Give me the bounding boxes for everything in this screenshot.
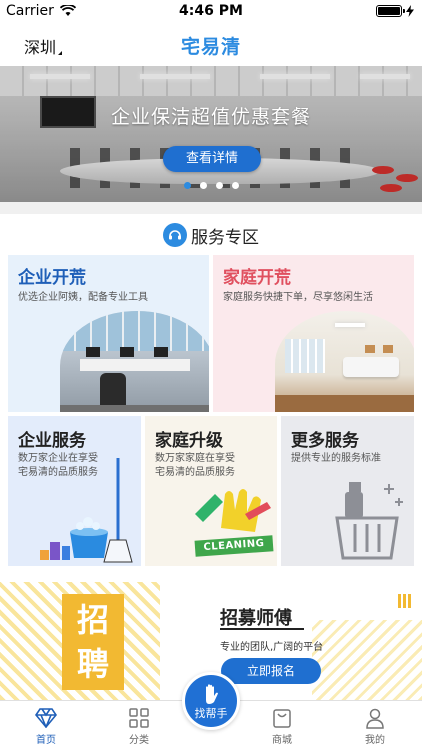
card-title: 更多服务 [291,431,359,451]
card-desc: 优选企业阿姨，配备专业工具 [18,292,148,303]
recruit-logo: 招 聘 [62,594,124,690]
hand-icon [206,684,218,704]
card-title: 家庭升级 [155,431,223,451]
card-title: 企业开荒 [18,268,86,288]
recruit-title: 招募师傅 [220,608,292,629]
tab-label: 首页 [36,735,56,746]
recruit-desc: 专业的团队,广阔的平台 [220,642,324,653]
top-nav: 深圳 宅易清 [0,26,422,64]
card-desc: 提供专业的服务标准 [291,453,381,464]
view-details-button[interactable]: 查看详情 [163,146,261,172]
card-desc-line1: 数万家家庭在享受 [155,453,235,464]
tab-label: 分类 [129,735,149,746]
tab-label: 商城 [272,735,292,746]
tab-mall[interactable]: 商城 [252,705,312,746]
cleaning-supplies-icon [335,482,403,560]
status-bar: Carrier 4:46 PM [0,0,422,22]
card-enterprise-service[interactable]: 企业服务 数万家企业在享受 宅易清的品质服务 [8,416,141,566]
diamond-icon [35,708,57,728]
card-desc: 家庭服务快捷下单，尽享悠闲生活 [223,292,373,303]
recruit-char2: 聘 [76,645,109,683]
card-home-upgrade[interactable]: 家庭升级 数万家家庭在享受 宅易清的品质服务 CLEANING [145,416,277,566]
tab-home[interactable]: 首页 [16,705,76,746]
user-icon [366,708,384,729]
tab-label: 我的 [365,735,385,746]
carousel-dot[interactable] [183,182,191,189]
card-title: 家庭开荒 [223,268,291,288]
card-desc-line2: 宅易清的品质服务 [155,467,235,478]
carousel-dot[interactable] [215,182,223,189]
app-screen: Carrier 4:46 PM 深圳 宅易清 企业保洁超值优惠套餐 查看详情 服… [0,0,422,750]
card-title: 企业服务 [18,431,86,451]
status-time: 4:46 PM [179,3,243,19]
section-divider [0,202,422,214]
banner-headline: 企业保洁超值优惠套餐 [110,106,311,128]
battery-icon [376,5,405,17]
office-photo [60,311,209,412]
card-more-services[interactable]: 更多服务 提供专业的服务标准 [281,416,414,566]
section-header: 服务专区 [0,222,422,248]
grid-icon [129,708,149,728]
mop-bucket-icon [40,458,133,563]
battery-area [376,5,414,17]
charging-icon [406,5,414,17]
carousel-dot[interactable] [231,182,239,189]
living-room-photo [275,311,414,412]
help-label: 找帮手 [194,707,228,720]
tab-profile[interactable]: 我的 [345,705,405,746]
apply-now-button[interactable]: 立即报名 [221,658,321,684]
carousel-dot[interactable] [199,182,207,189]
brand-logo: 宅易清 [180,36,241,58]
promo-banner[interactable]: 企业保洁超值优惠套餐 查看详情 [0,66,422,202]
card-home-open[interactable]: 家庭开荒 家庭服务快捷下单，尽享悠闲生活 [213,255,414,412]
carousel-dots [0,182,422,189]
find-helper-button[interactable]: 找帮手 [182,672,240,730]
bag-icon [273,709,291,728]
recruit-char1: 招 [76,601,109,639]
card-enterprise-open[interactable]: 企业开荒 优选企业阿姨，配备专业工具 [8,255,209,412]
tab-category[interactable]: 分类 [109,705,169,746]
service-headset-icon [163,223,187,247]
section-title: 服务专区 [191,227,259,248]
